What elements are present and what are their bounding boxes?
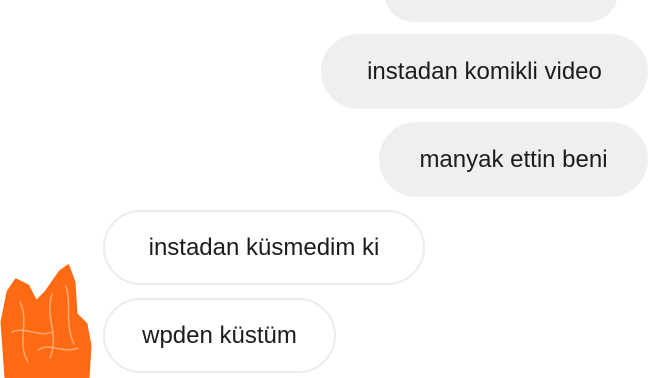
message-text: instadan komikli video <box>367 57 602 85</box>
message-text: manyak ettin beni <box>419 145 608 173</box>
chat-thread: instadan komikli video manyak ettin beni… <box>0 0 672 378</box>
message-bubble-sent[interactable]: instadan komikli video <box>321 34 648 109</box>
message-bubble-received[interactable]: wpden küstüm <box>103 298 336 373</box>
message-text: wpden küstüm <box>142 321 297 349</box>
scribbled-avatar-icon[interactable] <box>0 262 92 378</box>
message-text: instadan küsmedim ki <box>148 233 380 261</box>
message-bubble-received[interactable]: instadan küsmedim ki <box>103 210 425 285</box>
message-bubble-cut-off[interactable] <box>384 0 618 22</box>
message-bubble-sent[interactable]: manyak ettin beni <box>379 122 648 197</box>
